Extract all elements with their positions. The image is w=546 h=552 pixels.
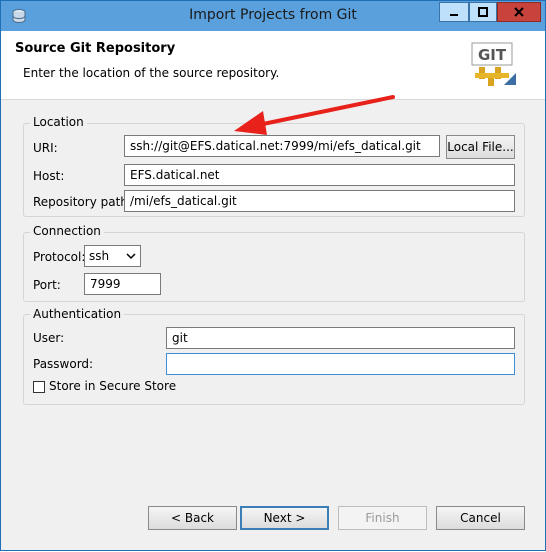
back-button[interactable]: < Back [148,506,237,530]
cancel-button[interactable]: Cancel [436,506,525,530]
next-button[interactable]: Next > [240,506,329,530]
import-dialog-window: Import Projects from Git Source Git Repo… [0,0,546,551]
annotation-arrow-icon [234,95,395,135]
finish-button: Finish [338,506,427,530]
